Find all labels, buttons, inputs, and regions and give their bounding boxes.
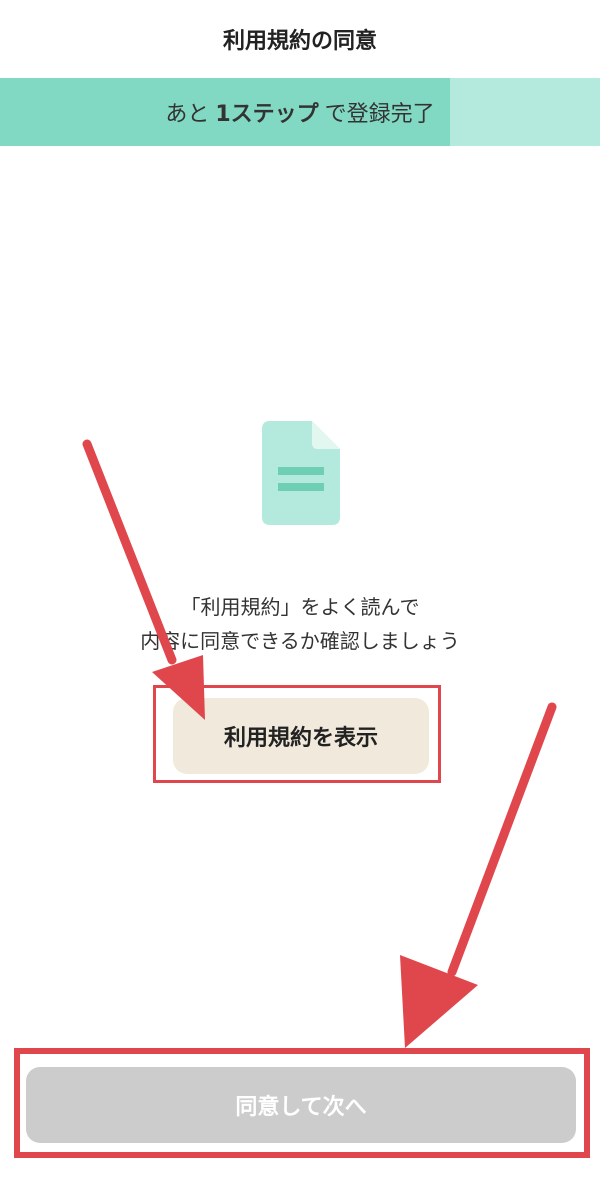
terms-consent-screen: 利用規約の同意 あと 1ステップ で登録完了 「利用規約」をよく読んで 内容に同… xyxy=(0,0,600,1203)
annotation-arrow-2-head xyxy=(400,955,478,1048)
annotation-arrow-2-shaft xyxy=(447,702,557,977)
page-title: 利用規約の同意 xyxy=(222,29,377,54)
progress-suffix: で登録完了 xyxy=(324,102,435,127)
instruction-text: 「利用規約」をよく読んで 内容に同意できるか確認しましょう xyxy=(0,590,600,658)
instruction-line-1: 「利用規約」をよく読んで xyxy=(180,595,420,619)
progress-text: あと 1ステップ で登録完了 xyxy=(0,78,600,146)
document-icon xyxy=(262,421,340,525)
progress-banner: あと 1ステップ で登録完了 xyxy=(0,78,600,146)
annotation-box-terms xyxy=(153,685,441,783)
progress-step: 1ステップ xyxy=(215,102,319,127)
progress-prefix: あと xyxy=(165,102,210,127)
annotation-box-agree xyxy=(14,1048,590,1158)
instruction-line-2: 内容に同意できるか確認しましょう xyxy=(140,629,460,653)
